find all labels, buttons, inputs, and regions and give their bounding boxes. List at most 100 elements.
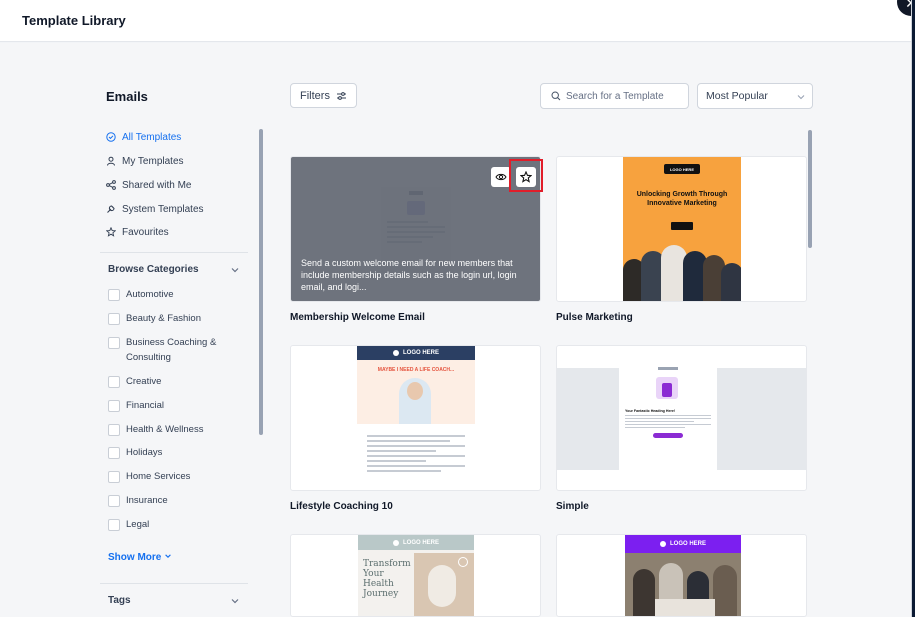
checkbox[interactable] [108, 400, 120, 412]
sidebar-item-system-templates[interactable]: System Templates [106, 200, 204, 218]
category-checkbox[interactable]: Insurance [108, 495, 168, 508]
main-scrollbar[interactable] [808, 130, 812, 248]
checkbox[interactable] [108, 519, 120, 531]
divider [100, 583, 248, 584]
sidebar: Emails All Templates My Templates Shared… [100, 43, 263, 617]
checkbox[interactable] [108, 376, 120, 388]
category-label: Business Coaching & Consulting [126, 337, 217, 363]
checkbox[interactable] [108, 289, 120, 301]
chevron-down-icon[interactable] [230, 596, 240, 606]
sidebar-section-title: Emails [106, 89, 148, 104]
checkbox[interactable] [108, 471, 120, 483]
preview-button[interactable] [491, 167, 511, 187]
sort-value: Most Popular [706, 90, 768, 102]
template-card[interactable]: LOGO HERE MAYBE I NEED A LIFE COACH... [290, 345, 541, 491]
modal-header: Template Library [0, 0, 911, 42]
show-more-link[interactable]: Show More [108, 552, 172, 563]
checkbox[interactable] [108, 495, 120, 507]
card-title: Simple [556, 501, 589, 512]
template-thumbnail: LOGO HERE [625, 535, 741, 616]
checkbox[interactable] [108, 313, 120, 325]
thumbnail-heading: Transform Your Health Journey [363, 559, 411, 599]
sidebar-item-my-templates[interactable]: My Templates [106, 152, 184, 170]
check-circle-icon [106, 132, 116, 142]
logo-text: LOGO HERE [669, 541, 706, 547]
wrench-icon [106, 204, 116, 214]
checkbox[interactable] [108, 424, 120, 436]
favourite-highlight-box [509, 159, 543, 192]
search-icon [551, 91, 561, 101]
category-label: Health & Wellness [126, 424, 204, 435]
category-checkbox[interactable]: Legal [108, 519, 149, 532]
sidebar-item-favourites[interactable]: Favourites [106, 223, 169, 241]
sidebar-item-label: All Templates [122, 131, 182, 143]
user-icon [106, 156, 116, 166]
template-card[interactable]: Send a custom welcome email for new memb… [290, 156, 541, 302]
template-library-modal: Template Library ✕ Emails All Templates … [0, 0, 912, 617]
search-input[interactable]: Search for a Template [540, 83, 689, 109]
eye-icon [495, 173, 507, 181]
category-label: Insurance [126, 495, 168, 506]
card-title: Lifestyle Coaching 10 [290, 501, 393, 512]
card-description: Send a custom welcome email for new memb… [301, 258, 517, 292]
filters-label: Filters [300, 89, 330, 102]
sliders-icon [336, 91, 346, 100]
template-thumbnail: LOGO HERE Transform Your Health Journey [358, 535, 474, 616]
checkbox[interactable] [108, 337, 120, 349]
category-checkbox[interactable]: Financial [108, 400, 164, 413]
divider [100, 252, 248, 253]
logo-bar: LOGO HERE [357, 346, 475, 360]
tags-title: Tags [108, 595, 131, 606]
template-thumbnail: LOGO HERE MAYBE I NEED A LIFE COACH... [357, 346, 475, 490]
modal-title: Template Library [22, 13, 126, 28]
sidebar-item-label: My Templates [122, 155, 184, 167]
template-card[interactable]: LOGO HERE Unlocking Growth Through Innov… [556, 156, 807, 302]
card-title: Pulse Marketing [556, 312, 633, 323]
logo-bar: LOGO HERE [625, 535, 741, 553]
sidebar-item-shared-with-me[interactable]: Shared with Me [106, 176, 191, 194]
thumbnail-heading: Your Fantastic Heading Here! [625, 409, 676, 413]
logo-text: LOGO HERE [402, 539, 439, 546]
card-title: Membership Welcome Email [290, 312, 425, 323]
chevron-down-icon [165, 554, 171, 558]
sidebar-item-label: System Templates [122, 203, 204, 215]
sidebar-item-label: Favourites [122, 226, 169, 238]
category-checkbox[interactable]: Creative [108, 376, 161, 389]
category-label: Home Services [126, 471, 191, 482]
filters-button[interactable]: Filters [290, 83, 357, 108]
checkbox[interactable] [108, 447, 120, 459]
template-card[interactable]: Your Fantastic Heading Here! [556, 345, 807, 491]
category-checkbox[interactable]: Health & Wellness [108, 424, 203, 437]
category-label: Beauty & Fashion [126, 313, 201, 324]
sort-dropdown[interactable]: Most Popular [697, 83, 813, 109]
logo-bar: LOGO HERE [358, 535, 474, 550]
show-more-label: Show More [108, 552, 162, 563]
template-thumbnail: Your Fantastic Heading Here! [619, 362, 717, 474]
browse-categories-title: Browse Categories [108, 264, 199, 275]
template-card[interactable]: LOGO HERE Transform Your Health Journey [290, 534, 541, 617]
chevron-down-icon [797, 95, 805, 100]
search-placeholder: Search for a Template [566, 90, 664, 102]
template-thumbnail: LOGO HERE Unlocking Growth Through Innov… [623, 157, 741, 301]
category-checkbox[interactable]: Home Services [108, 471, 190, 484]
category-checkbox[interactable]: Holidays [108, 447, 162, 460]
thumbnail-heading: Unlocking Growth Through Innovative Mark… [636, 191, 728, 207]
modal-body: Emails All Templates My Templates Shared… [0, 43, 911, 617]
template-card[interactable]: LOGO HERE [556, 534, 807, 617]
logo-text: LOGO HERE [669, 166, 694, 172]
category-label: Creative [126, 376, 162, 387]
logo-text: LOGO HERE [402, 350, 439, 356]
sidebar-scrollbar[interactable] [259, 129, 263, 435]
category-checkbox[interactable]: Beauty & Fashion [108, 313, 201, 326]
sidebar-item-all-templates[interactable]: All Templates [106, 128, 181, 146]
category-label: Holidays [126, 447, 163, 458]
category-checkbox[interactable]: Automotive [108, 289, 174, 302]
category-checkbox[interactable]: Business Coaching & Consulting [108, 337, 226, 365]
chevron-down-icon[interactable] [230, 265, 240, 275]
share-icon [106, 180, 116, 190]
star-icon [106, 227, 116, 237]
category-label: Financial [126, 400, 165, 411]
logo-badge: LOGO HERE [664, 164, 700, 174]
sidebar-item-label: Shared with Me [122, 179, 192, 191]
thumbnail-banner: MAYBE I NEED A LIFE COACH... [377, 367, 455, 373]
